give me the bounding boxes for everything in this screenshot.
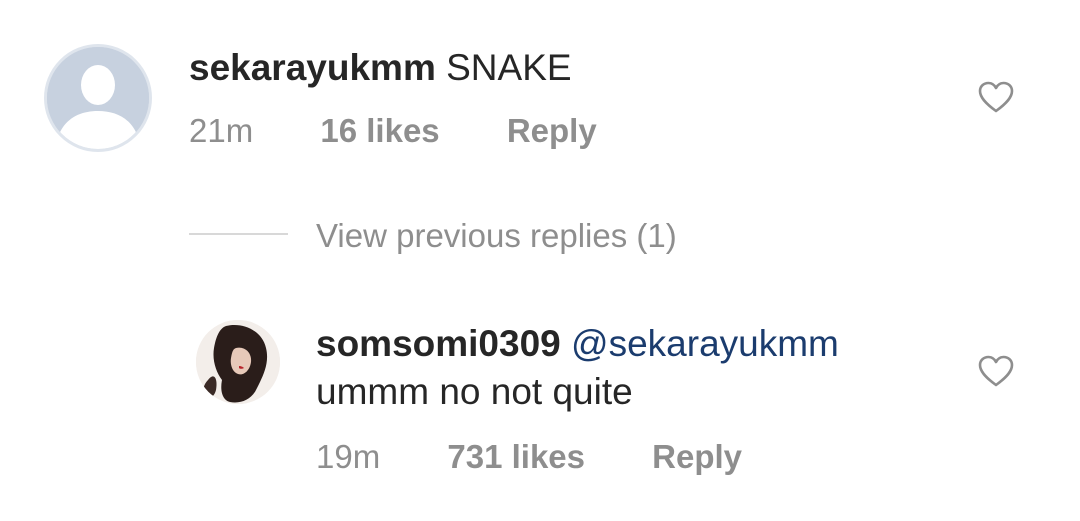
reply-text: ummm no not quite: [316, 371, 633, 412]
default-user-avatar-icon: [47, 47, 149, 149]
comment-meta: 21m 16 likes Reply: [189, 111, 597, 151]
comment-likes-count[interactable]: 16 likes: [320, 112, 439, 149]
reply-likes-count[interactable]: 731 likes: [447, 438, 585, 475]
comment-timestamp: 21m: [189, 112, 254, 149]
comment-reply-button[interactable]: Reply: [507, 112, 597, 149]
reply-header: somsomi0309 @sekarayukmm: [316, 322, 839, 366]
reply-mention[interactable]: @sekarayukmm: [571, 323, 839, 364]
heart-outline-icon: [978, 81, 1014, 113]
comment-text: SNAKE: [446, 47, 572, 88]
comment-like-button[interactable]: [977, 80, 1015, 114]
reply-timestamp: 19m: [316, 438, 381, 475]
heart-outline-icon: [978, 355, 1014, 387]
reply-reply-button[interactable]: Reply: [652, 438, 742, 475]
reply-avatar[interactable]: [196, 320, 280, 404]
reply-like-button[interactable]: [977, 354, 1015, 388]
view-previous-replies-button[interactable]: View previous replies (1): [316, 216, 677, 256]
replies-divider: [189, 233, 288, 235]
profile-photo-icon: [196, 320, 280, 404]
comment-username[interactable]: sekarayukmm: [189, 47, 436, 88]
reply-username[interactable]: somsomi0309: [316, 323, 561, 364]
comment-body: sekarayukmm SNAKE: [189, 46, 572, 90]
commenter-avatar[interactable]: [44, 44, 152, 152]
reply-meta: 19m 731 likes Reply: [316, 437, 742, 477]
